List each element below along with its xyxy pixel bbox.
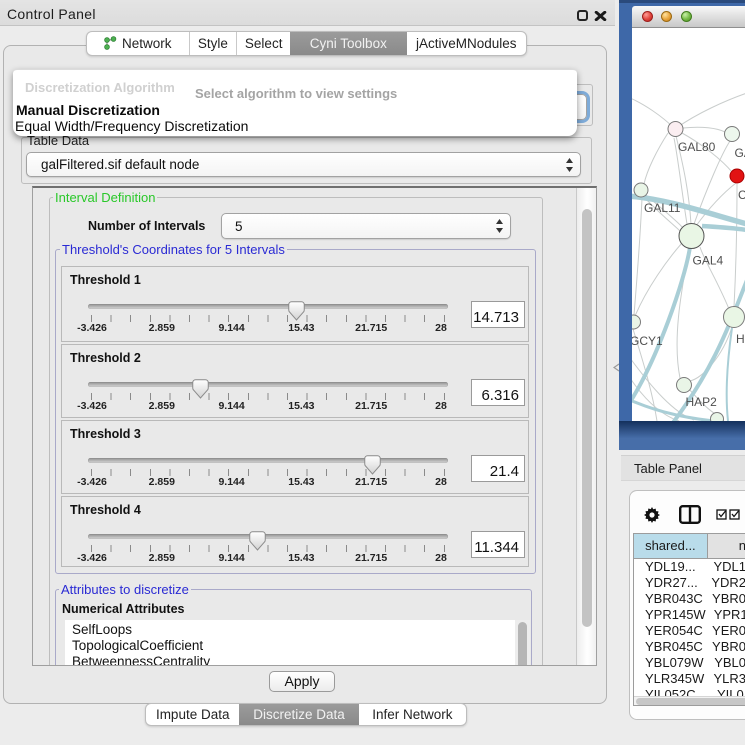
svg-text:H: H bbox=[736, 332, 745, 346]
svg-text:GAL4: GAL4 bbox=[693, 254, 724, 268]
svg-text:HAP2: HAP2 bbox=[686, 395, 718, 409]
svg-text:C: C bbox=[738, 188, 745, 202]
svg-text:GAL80: GAL80 bbox=[678, 140, 716, 154]
svg-text:GCY1: GCY1 bbox=[632, 334, 663, 348]
svg-text:GAL11: GAL11 bbox=[644, 201, 681, 215]
svg-text:GA: GA bbox=[735, 146, 745, 160]
